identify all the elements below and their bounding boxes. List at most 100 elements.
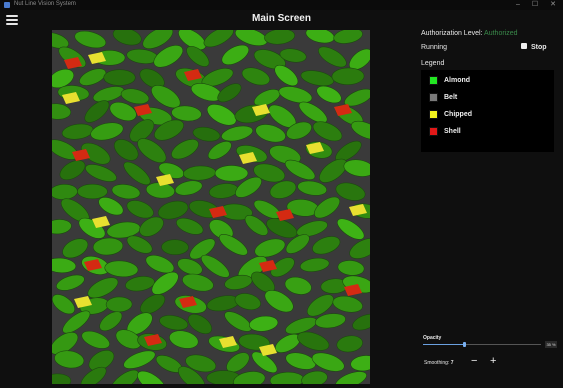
camera-image-panel [52, 30, 370, 384]
authorization-status: Authorization Level: Authorized [421, 30, 518, 37]
almond-blob [104, 260, 139, 278]
almond-blob [264, 30, 296, 45]
smoothing-control: Smoothing: 7 [424, 360, 453, 366]
smoothing-decrease-button[interactable]: − [471, 356, 477, 367]
almond-blob [105, 296, 133, 313]
almond-blob [176, 217, 204, 235]
smoothing-increase-button[interactable]: + [490, 356, 496, 367]
almond-blob [318, 46, 347, 68]
almond-blob [300, 70, 334, 87]
opacity-label: Opacity [423, 335, 442, 341]
almond-blob [59, 160, 86, 181]
almond-blob [336, 335, 363, 353]
almond-blob [221, 44, 250, 66]
almond-blob [214, 165, 249, 182]
almond-blob [85, 164, 117, 182]
almond-blob [171, 139, 199, 160]
almond-blob [74, 30, 107, 49]
authorization-value: Authorized [484, 30, 518, 37]
close-button[interactable]: ✕ [546, 0, 560, 10]
window-title: Nut Line Vision System [14, 1, 76, 7]
almond-blob [92, 86, 125, 103]
almond-blob [301, 370, 328, 384]
window-titlebar: Nut Line Vision System – ☐ ✕ [0, 0, 563, 10]
opacity-slider-thumb[interactable] [463, 342, 466, 347]
almond-blob [248, 315, 279, 332]
almond-blob [332, 295, 363, 313]
legend-label-almond: Almond [444, 77, 471, 84]
almond-blob [312, 236, 341, 255]
almond-blob [52, 257, 77, 274]
almond-blob [331, 67, 365, 86]
almond-blob [269, 371, 305, 384]
almond-blob [221, 125, 254, 142]
almond-blob [169, 330, 199, 349]
authorization-label: Authorization Level: [421, 30, 483, 37]
legend-label-chipped: Chipped [444, 111, 472, 118]
almond-blob [234, 293, 261, 311]
almond-blob [174, 180, 203, 196]
maximize-button[interactable]: ☐ [528, 0, 542, 10]
almond-blob [81, 330, 110, 349]
almond-blob [203, 30, 234, 48]
almond-blob [110, 369, 139, 384]
smoothing-value: 7 [450, 360, 454, 366]
legend-swatch-almond [429, 76, 438, 85]
almond-blob [56, 274, 85, 291]
almond-blob [206, 104, 237, 126]
almond-blob [343, 159, 370, 177]
almond-blob [337, 260, 365, 276]
almond-blob [103, 69, 136, 86]
almond-blob [111, 184, 141, 200]
almond-blob [305, 30, 335, 44]
app-icon [4, 2, 10, 8]
almond-blob [182, 165, 217, 181]
almond-blob [350, 355, 370, 372]
almond-blob [285, 352, 317, 370]
almond-blob [284, 276, 312, 295]
almond-blob [123, 350, 156, 369]
almond-blob [299, 257, 330, 272]
almond-blob [316, 85, 342, 104]
legend-label-shell: Shell [444, 128, 461, 135]
almond-blob [206, 295, 240, 312]
stop-label[interactable]: Stop [531, 44, 547, 51]
almond-blob [77, 183, 108, 200]
legend-swatch-belt [429, 93, 438, 102]
almond-blob [92, 237, 124, 256]
legend-box: Almond Belt Chipped Shell [421, 70, 554, 152]
minimize-button[interactable]: – [511, 0, 525, 10]
almond-blob [333, 30, 363, 44]
smoothing-label: Smoothing: [424, 360, 450, 366]
almond-blob [159, 315, 189, 331]
running-status: Running [421, 44, 448, 51]
almond-blob [112, 30, 142, 46]
legend-label-belt: Belt [444, 94, 458, 101]
opacity-value: 35 % [545, 341, 557, 348]
almond-blob [52, 103, 72, 120]
almond-blob [218, 234, 248, 256]
almond-blob [182, 273, 214, 292]
legend-swatch-chipped [429, 110, 438, 119]
almond-blob [61, 123, 94, 140]
almond-blob [52, 294, 76, 315]
stop-checkbox[interactable] [521, 43, 527, 49]
almond-blob [123, 161, 151, 186]
page-title: Main Screen [252, 13, 311, 24]
almond-blob [224, 311, 252, 332]
almond-blob [125, 276, 155, 292]
opacity-slider[interactable] [423, 342, 541, 347]
almond-blob [171, 105, 202, 122]
almond-blob [161, 239, 189, 256]
almond-blob [52, 183, 78, 200]
almond-blob [352, 313, 370, 331]
almond-blob [208, 183, 239, 199]
almond-blob [241, 67, 271, 86]
almond-blob [137, 370, 167, 384]
opacity-slider-fill [423, 344, 464, 345]
almond-blob [52, 219, 72, 235]
legend-title: Legend [421, 60, 445, 67]
segmentation-image [52, 30, 370, 384]
almond-blob [52, 373, 72, 384]
almond-blob [312, 121, 343, 142]
